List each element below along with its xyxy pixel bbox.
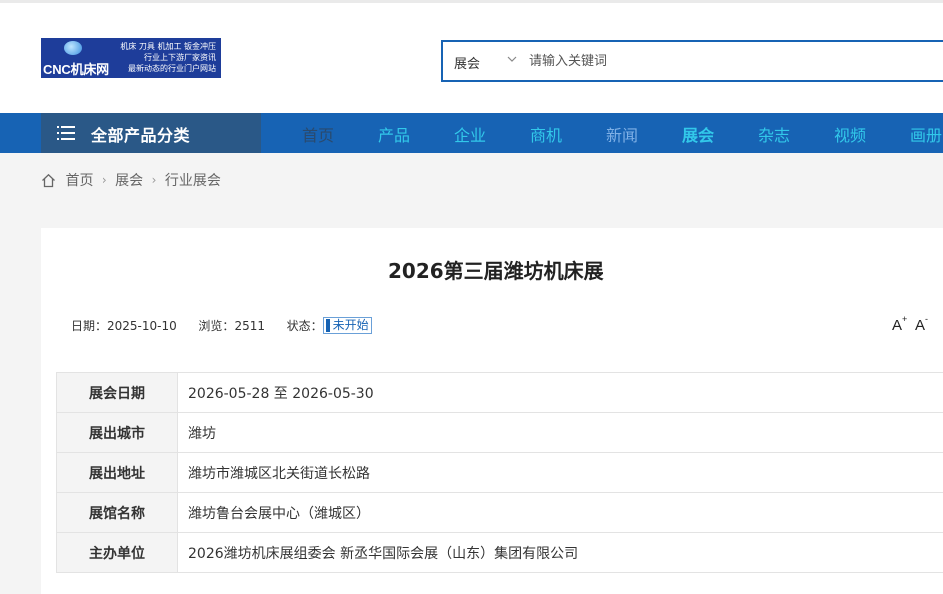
table-row: 展出地址 潍坊市潍城区北关街道长松路: [56, 452, 943, 493]
nav-item-companies[interactable]: 企业: [454, 122, 486, 146]
publish-date: 2025-10-10: [107, 318, 177, 333]
logo-tagline: 机床 刀具 机加工 钣金冲压: [120, 42, 216, 51]
breadcrumb: 首页 › 展会 › 行业展会: [41, 170, 221, 190]
all-categories-label: 全部产品分类: [91, 126, 191, 145]
nav-item-catalog[interactable]: 画册: [910, 122, 942, 146]
table-row: 展会日期 2026-05-28 至 2026-05-30: [56, 372, 943, 413]
home-icon[interactable]: [41, 173, 56, 188]
view-count: 2511: [234, 318, 265, 333]
logo-tagline: 最新动态的行业门户网站: [128, 64, 216, 73]
article-meta: 日期：2025-10-10 浏览：2511 状态： 未开始: [71, 317, 372, 334]
table-row: 主办单位 2026潍坊机床展组委会 新丞华国际会展（山东）集团有限公司: [56, 532, 943, 573]
search-input[interactable]: [529, 49, 929, 73]
status-label: 状态：: [286, 319, 323, 333]
plus-icon: +: [902, 314, 908, 324]
detail-label: 展会日期: [56, 372, 178, 413]
font-decrease-label: A: [915, 317, 926, 334]
exhibition-details-table: 展会日期 2026-05-28 至 2026-05-30 展出城市 潍坊 展出地…: [56, 372, 943, 573]
detail-value: 潍坊鲁台会展中心（潍城区）: [177, 492, 943, 533]
status-badge: 未开始: [322, 317, 372, 334]
breadcrumb-exhibitions[interactable]: 展会: [115, 170, 143, 190]
nav-item-news[interactable]: 新闻: [606, 122, 638, 146]
table-row: 展出城市 潍坊: [56, 412, 943, 453]
logo-tagline: 行业上下游厂家资讯: [144, 53, 216, 62]
search-type-select[interactable]: 展会: [454, 53, 480, 72]
main-nav: 全部产品分类 首页 产品 企业 商机 新闻 展会 杂志 视频 画册: [0, 113, 943, 153]
site-header: CNC机床网 机床 刀具 机加工 钣金冲压 行业上下游厂家资讯 最新动态的行业门…: [0, 3, 943, 113]
font-increase-label: A: [892, 317, 903, 334]
nav-item-video[interactable]: 视频: [834, 122, 866, 146]
globe-icon: [64, 41, 82, 55]
search-bar: 展会: [441, 40, 943, 82]
detail-value: 潍坊市潍城区北关街道长松路: [177, 452, 943, 493]
font-decrease-button[interactable]: A-: [915, 314, 929, 334]
detail-value: 2026潍坊机床展组委会 新丞华国际会展（山东）集团有限公司: [177, 532, 943, 573]
site-logo[interactable]: CNC机床网 机床 刀具 机加工 钣金冲压 行业上下游厂家资讯 最新动态的行业门…: [41, 38, 221, 78]
detail-value: 2026-05-28 至 2026-05-30: [177, 372, 943, 413]
font-increase-button[interactable]: A+: [892, 314, 908, 334]
page-title: 2026第三届潍坊机床展: [388, 259, 604, 283]
article-panel: 2026第三届潍坊机床展 日期：2025-10-10 浏览：2511 状态： 未开…: [41, 228, 943, 594]
status-text: 未开始: [332, 318, 369, 332]
detail-label: 展出城市: [56, 412, 178, 453]
nav-item-magazine[interactable]: 杂志: [758, 122, 790, 146]
chevron-right-icon: ›: [101, 173, 107, 187]
breadcrumb-home[interactable]: 首页: [65, 170, 93, 190]
nav-item-exhibitions[interactable]: 展会: [682, 122, 714, 146]
breadcrumb-industry-exhibitions[interactable]: 行业展会: [165, 170, 221, 190]
status-indicator: [325, 319, 330, 332]
all-categories-button[interactable]: 全部产品分类: [41, 113, 261, 153]
logo-name: CNC机床网: [43, 62, 109, 77]
nav-item-business[interactable]: 商机: [530, 122, 562, 146]
detail-label: 展出地址: [56, 452, 178, 493]
minus-icon: -: [925, 314, 929, 324]
menu-icon: [57, 126, 75, 140]
views-label: 浏览：: [198, 319, 235, 333]
table-row: 展馆名称 潍坊鲁台会展中心（潍城区）: [56, 492, 943, 533]
nav-item-home[interactable]: 首页: [302, 122, 334, 146]
chevron-right-icon: ›: [151, 173, 157, 187]
date-label: 日期：: [71, 319, 108, 333]
nav-item-products[interactable]: 产品: [378, 122, 410, 146]
detail-label: 主办单位: [56, 532, 178, 573]
detail-value: 潍坊: [177, 412, 943, 453]
detail-label: 展馆名称: [56, 492, 178, 533]
chevron-down-icon[interactable]: [507, 52, 517, 66]
